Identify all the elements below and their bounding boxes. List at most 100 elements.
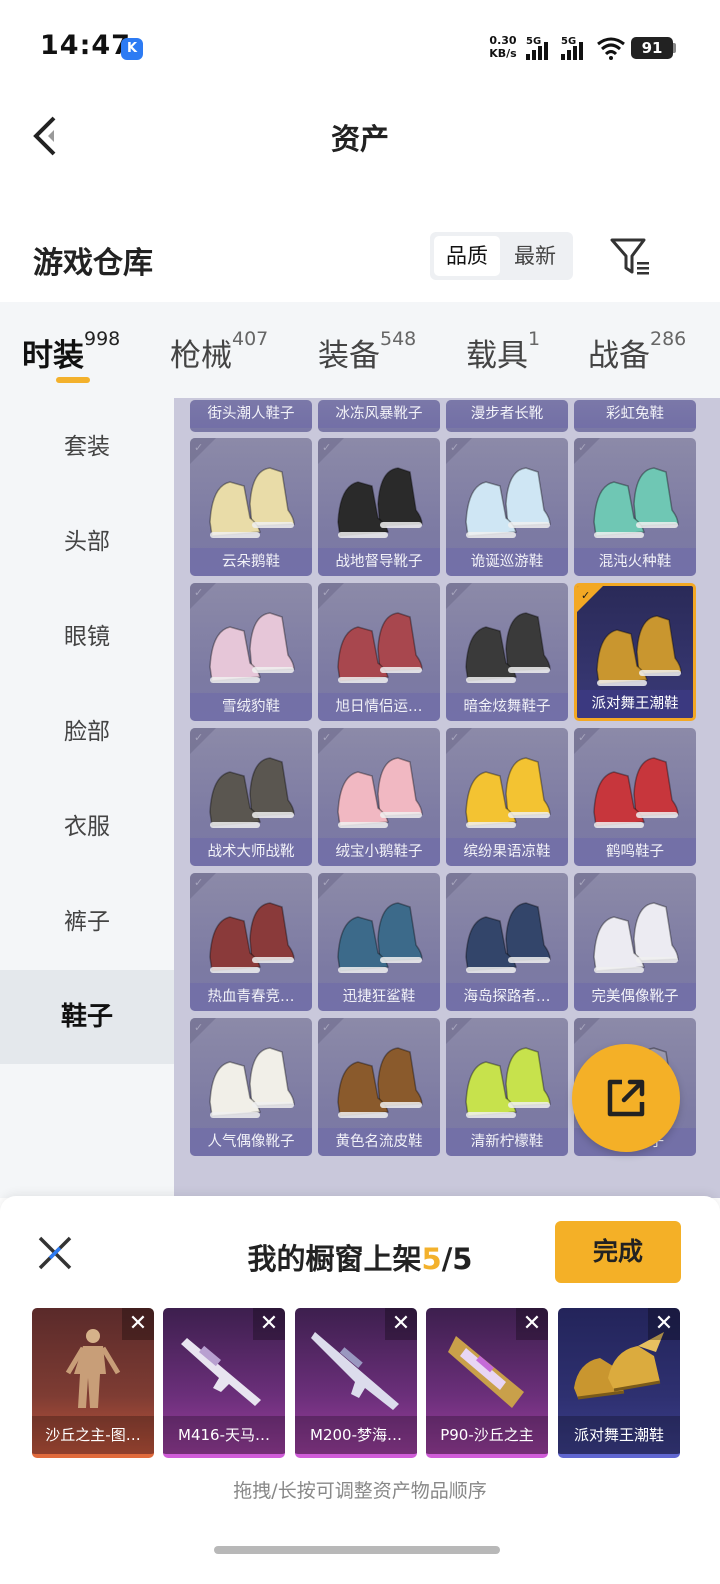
battery-icon: 91 xyxy=(631,37,673,59)
grid-item[interactable]: ✓ 暗金炫舞鞋子 xyxy=(446,583,568,721)
remove-icon[interactable]: ✕ xyxy=(516,1308,548,1340)
lime-sneaker-icon xyxy=(465,1047,551,1118)
status-time: 14:47 xyxy=(40,30,131,61)
item-label: 人气偶像靴子 xyxy=(190,1128,312,1156)
tab-fashion[interactable]: 时装998 xyxy=(22,328,121,375)
item-label: 混沌火种鞋 xyxy=(574,548,696,576)
grid-item[interactable]: ✓ 人气偶像靴子 xyxy=(190,1018,312,1156)
item-label: 清新柠檬鞋 xyxy=(446,1128,568,1156)
grid-item[interactable]: ✓ 完美偶像靴子 xyxy=(574,873,696,1011)
pink-slipper-icon xyxy=(337,757,423,828)
grid-item[interactable]: ✓ 迅捷狂鲨鞋 xyxy=(318,873,440,1011)
sidebar-item-head[interactable]: 头部 xyxy=(0,495,174,589)
item-label: 绒宝小鹅鞋子 xyxy=(318,838,440,866)
item-label: 迅捷狂鲨鞋 xyxy=(318,983,440,1011)
grid-item[interactable]: ✓ 雪绒豹鞋 xyxy=(190,583,312,721)
remove-icon[interactable]: ✕ xyxy=(648,1308,680,1340)
tab-count: 286 xyxy=(650,328,687,350)
item-label: 热血青春竞… xyxy=(190,983,312,1011)
grid-item[interactable]: ✓ 黄色名流皮鞋 xyxy=(318,1018,440,1156)
grid-item[interactable]: 冰冻风暴靴子 xyxy=(318,400,440,432)
grid-item[interactable]: ✓ 绒宝小鹅鞋子 xyxy=(318,728,440,866)
tab-firearms[interactable]: 枪械407 xyxy=(170,328,269,375)
warehouse-title: 游戏仓库 xyxy=(33,246,153,281)
sidebar-item-pants[interactable]: 裤子 xyxy=(0,875,174,969)
grid-item[interactable]: ✓ 诡诞巡游鞋 xyxy=(446,438,568,576)
blue-slipon-icon xyxy=(465,467,551,538)
grey-boot-icon xyxy=(209,757,295,828)
battery-tip xyxy=(673,43,676,53)
tab-supplies[interactable]: 战备286 xyxy=(588,328,687,375)
category-tabs: 时装998 枪械407 装备548 载具1 战备286 xyxy=(0,302,720,398)
sidebar-item-clothes[interactable]: 衣服 xyxy=(0,780,174,874)
tab-count: 407 xyxy=(232,328,269,350)
remove-icon[interactable]: ✕ xyxy=(253,1308,285,1340)
red-hightop-icon xyxy=(337,612,423,683)
yellow-sandal-icon xyxy=(465,757,551,828)
sidebar-item-shoes[interactable]: 鞋子 xyxy=(0,970,174,1064)
grid-item[interactable]: ✓ 海岛探路者… xyxy=(446,873,568,1011)
showcase-item-label: 派对舞王潮鞋 xyxy=(558,1416,680,1454)
status-bar: 14:47 K 0.30 KB/s 5G 5G 91 xyxy=(0,0,720,96)
showcase-item[interactable]: ✕ 派对舞王潮鞋 xyxy=(558,1308,680,1458)
item-label: 缤纷果语凉鞋 xyxy=(446,838,568,866)
network-speed-value: 0.30 xyxy=(489,34,517,47)
teal-sneaker-icon xyxy=(593,467,679,538)
grid-item[interactable]: ✓ 旭日情侣运… xyxy=(318,583,440,721)
sidebar-item-outfit[interactable]: 套装 xyxy=(0,400,174,494)
sort-quality-button[interactable]: 品质 xyxy=(434,236,500,276)
sort-newest-button[interactable]: 最新 xyxy=(502,236,568,276)
showcase-item[interactable]: ✕ M200-梦海… xyxy=(295,1308,417,1458)
grid-item[interactable]: 漫步者长靴 xyxy=(446,400,568,432)
grid-item[interactable]: ✓ 混沌火种鞋 xyxy=(574,438,696,576)
tab-count: 998 xyxy=(84,328,121,350)
item-label: 完美偶像靴子 xyxy=(574,983,696,1011)
remove-icon[interactable]: ✕ xyxy=(122,1308,154,1340)
showcase-item[interactable]: ✕ 沙丘之主-图… xyxy=(32,1308,154,1458)
tab-vehicles[interactable]: 载具1 xyxy=(466,328,540,375)
external-link-icon xyxy=(607,1079,645,1117)
remove-icon[interactable]: ✕ xyxy=(385,1308,417,1340)
reorder-hint: 拖拽/长按可调整资产物品顺序 xyxy=(233,1480,487,1502)
grid-item[interactable]: ✓ 热血青春竞… xyxy=(190,873,312,1011)
white-long-boot-icon xyxy=(593,902,679,973)
grid-item[interactable]: ✓ 战术大师战靴 xyxy=(190,728,312,866)
showcase-item[interactable]: ✕ P90-沙丘之主 xyxy=(426,1308,548,1458)
share-button[interactable] xyxy=(572,1044,680,1152)
done-button[interactable]: 完成 xyxy=(555,1221,681,1283)
item-label: 云朵鹅鞋 xyxy=(190,548,312,576)
wifi-icon xyxy=(597,37,625,60)
tab-equipment[interactable]: 装备548 xyxy=(318,328,416,375)
item-label: 漫步者长靴 xyxy=(446,400,568,428)
navy-sneaker-icon xyxy=(465,902,551,973)
tab-label: 时装 xyxy=(22,338,84,374)
grid-item[interactable]: 彩虹兔鞋 xyxy=(574,400,696,432)
network-speed-unit: KB/s xyxy=(489,47,517,60)
showcase-item-label: P90-沙丘之主 xyxy=(426,1416,548,1454)
app-notification-icon: K xyxy=(121,38,143,60)
sidebar-item-face[interactable]: 脸部 xyxy=(0,685,174,779)
pink-boot-icon xyxy=(209,612,295,683)
grid-item[interactable]: ✓ 云朵鹅鞋 xyxy=(190,438,312,576)
showcase-item[interactable]: ✕ M416-天马… xyxy=(163,1308,285,1458)
grid-item-selected[interactable]: ✓ 派对舞王潮鞋 xyxy=(574,583,696,721)
grid-item[interactable]: 街头潮人鞋子 xyxy=(190,400,312,432)
showcase-item-label: M416-天马… xyxy=(163,1416,285,1454)
signal-icon: 5G xyxy=(561,36,589,60)
grid-item[interactable]: ✓ 缤纷果语凉鞋 xyxy=(446,728,568,866)
showcase-item-label: M200-梦海… xyxy=(295,1416,417,1454)
item-label: 彩虹兔鞋 xyxy=(574,400,696,428)
grid-item[interactable]: ✓ 清新柠檬鞋 xyxy=(446,1018,568,1156)
tab-label: 战备 xyxy=(588,338,650,374)
item-label: 街头潮人鞋子 xyxy=(190,400,312,428)
red-white-sneaker-icon xyxy=(593,757,679,828)
sidebar-item-glasses[interactable]: 眼镜 xyxy=(0,590,174,684)
home-indicator[interactable] xyxy=(214,1546,500,1554)
grid-item[interactable]: ✓ 鹤鸣鞋子 xyxy=(574,728,696,866)
showcase-item-label: 沙丘之主-图… xyxy=(32,1416,154,1454)
grid-item[interactable]: ✓ 战地督导靴子 xyxy=(318,438,440,576)
item-label: 诡诞巡游鞋 xyxy=(446,548,568,576)
white-boot-icon xyxy=(209,1047,295,1118)
filter-icon[interactable] xyxy=(608,234,652,278)
page-title: 资产 xyxy=(330,122,389,156)
